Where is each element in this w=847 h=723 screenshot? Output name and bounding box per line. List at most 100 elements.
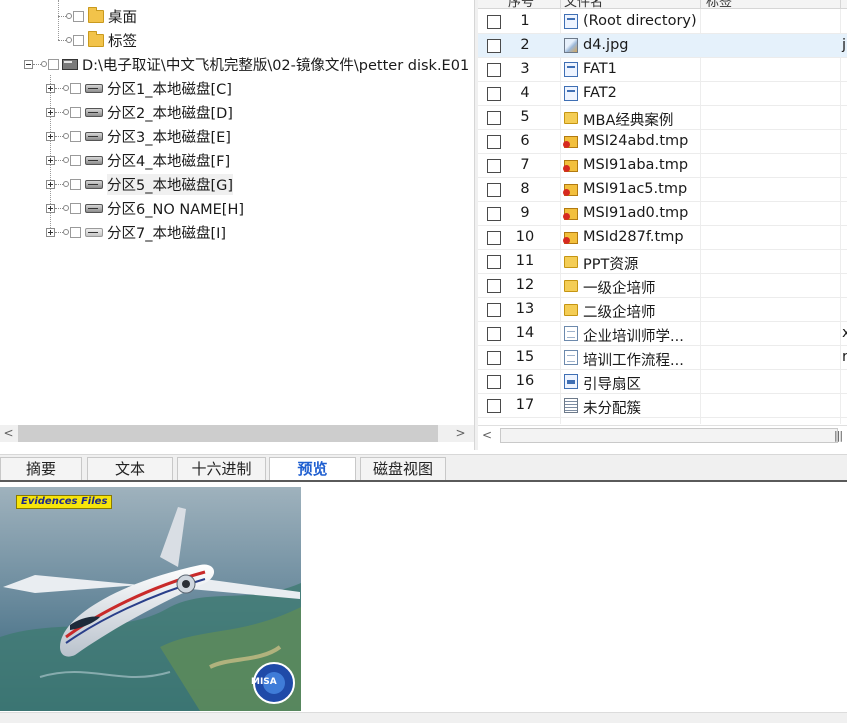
row-checkbox[interactable]	[487, 15, 501, 29]
table-row[interactable]: 16 引导扇区	[478, 370, 847, 394]
row-checkbox[interactable]	[487, 327, 501, 341]
row-checkbox[interactable]	[487, 375, 501, 389]
tree-item-partition-7[interactable]: 分区7_本地磁盘[I]	[46, 220, 226, 244]
scrollbar-track[interactable]	[500, 428, 838, 443]
scrollbar-thumb[interactable]	[18, 425, 438, 442]
table-row[interactable]: 6 MSI24abd.tmp	[478, 130, 847, 154]
tree-checkbox[interactable]	[70, 202, 81, 214]
column-separator[interactable]	[840, 0, 841, 9]
tree-checkbox[interactable]	[70, 226, 81, 238]
tree-connector	[58, 39, 66, 41]
row-checkbox[interactable]	[487, 255, 501, 269]
row-checkbox[interactable]	[487, 159, 501, 173]
file-list: 序号 文件名 标签 1 (Root directory) 2 d4.jpg j 3 FAT1…	[478, 0, 847, 449]
tree-item-label: D:\电子取证\中文飞机完整版\02-镜像文件\petter disk.E01	[82, 57, 470, 74]
table-row[interactable]: 9 MSI91ad0.tmp	[478, 202, 847, 226]
tree-item-disk-image[interactable]: D:\电子取证\中文飞机完整版\02-镜像文件\petter disk.E01	[24, 52, 469, 76]
row-checkbox[interactable]	[487, 183, 501, 197]
table-row[interactable]: 12 一级企培师	[478, 274, 847, 298]
table-row[interactable]: 5 MBA经典案例	[478, 106, 847, 130]
tree-checkbox[interactable]	[73, 10, 84, 22]
row-filename: 一级企培师	[583, 281, 656, 297]
tree-item-partition-5[interactable]: 分区5_本地磁盘[G]	[46, 172, 234, 196]
table-row[interactable]: 14 企业培训师学... x	[478, 322, 847, 346]
row-checkbox[interactable]	[487, 231, 501, 245]
row-number: 13	[515, 301, 535, 317]
row-checkbox[interactable]	[487, 87, 501, 101]
list-horizontal-scrollbar[interactable]: < |||	[478, 425, 847, 445]
tree-checkbox[interactable]	[48, 58, 59, 70]
row-checkbox[interactable]	[487, 135, 501, 149]
row-number: 3	[520, 61, 530, 77]
table-row[interactable]: 7 MSI91aba.tmp	[478, 154, 847, 178]
tree-item-partition-2[interactable]: 分区2_本地磁盘[D]	[46, 100, 233, 124]
row-checkbox[interactable]	[487, 111, 501, 125]
row-checkbox[interactable]	[487, 279, 501, 293]
row-checkbox[interactable]	[487, 207, 501, 221]
tree-checkbox[interactable]	[70, 178, 81, 190]
table-row[interactable]: 8 MSI91ac5.tmp	[478, 178, 847, 202]
row-checkbox[interactable]	[487, 303, 501, 317]
scroll-right-icon[interactable]: >	[452, 425, 469, 442]
expand-toggle[interactable]	[46, 203, 55, 213]
tab-text[interactable]: 文本	[87, 457, 173, 482]
tree-checkbox[interactable]	[73, 34, 84, 46]
tree-item-partition-1[interactable]: 分区1_本地磁盘[C]	[46, 76, 232, 100]
expand-toggle[interactable]	[46, 131, 55, 141]
table-row[interactable]: 15 培训工作流程... r	[478, 346, 847, 370]
system-file-icon	[564, 14, 578, 29]
row-number: 6	[520, 133, 530, 149]
tree-checkbox[interactable]	[70, 106, 81, 118]
column-number[interactable]: 序号	[508, 0, 534, 10]
collapse-toggle[interactable]	[24, 59, 33, 69]
tree-item-partition-3[interactable]: 分区3_本地磁盘[E]	[46, 124, 231, 148]
row-checkbox[interactable]	[487, 63, 501, 77]
tree-item-partition-4[interactable]: 分区4_本地磁盘[F]	[46, 148, 230, 172]
tab-disk-view[interactable]: 磁盘视图	[360, 457, 446, 482]
row-filename: MSI91aba.tmp	[583, 157, 689, 173]
row-filename: 培训工作流程...	[583, 353, 684, 369]
tree-node-bullet	[41, 61, 47, 67]
row-checkbox[interactable]	[487, 351, 501, 365]
table-row[interactable]: 4 FAT2	[478, 82, 847, 106]
row-checkbox[interactable]	[487, 399, 501, 413]
table-row[interactable]: 13 二级企培师	[478, 298, 847, 322]
expand-toggle[interactable]	[46, 227, 55, 237]
tree-item-tags[interactable]: 标签	[58, 28, 137, 52]
column-separator[interactable]	[700, 0, 701, 9]
tree-checkbox[interactable]	[70, 130, 81, 142]
tab-summary[interactable]: 摘要	[0, 457, 82, 482]
scrollbar-grip-icon[interactable]: |||	[834, 429, 843, 442]
expand-toggle[interactable]	[46, 155, 55, 165]
expand-toggle[interactable]	[46, 179, 55, 189]
tree-checkbox[interactable]	[70, 154, 81, 166]
row-number: 14	[515, 325, 535, 341]
row-checkbox[interactable]	[487, 39, 501, 53]
tree-item-desktop[interactable]: 桌面	[58, 4, 137, 28]
unallocated-icon	[564, 398, 578, 413]
expand-toggle[interactable]	[46, 83, 55, 93]
drive-icon	[85, 107, 103, 117]
row-filename: PPT资源	[583, 257, 639, 273]
column-filename[interactable]: 文件名	[564, 0, 603, 10]
table-row[interactable]: 17 未分配簇	[478, 394, 847, 418]
expand-toggle[interactable]	[46, 107, 55, 117]
scroll-left-icon[interactable]: <	[0, 425, 17, 442]
table-row[interactable]: 11 PPT资源	[478, 250, 847, 274]
scroll-left-icon[interactable]: <	[482, 428, 492, 442]
tree-checkbox[interactable]	[70, 82, 81, 94]
tree-item-partition-6[interactable]: 分区6_NO NAME[H]	[46, 196, 244, 220]
column-separator[interactable]	[560, 0, 561, 9]
tree-connector	[55, 231, 63, 233]
tab-hex[interactable]: 十六进制	[177, 457, 266, 482]
column-tag[interactable]: 标签	[706, 0, 732, 10]
table-row[interactable]: 10 MSId287f.tmp	[478, 226, 847, 250]
row-filename: 引导扇区	[583, 377, 641, 393]
folder-icon	[88, 30, 104, 47]
table-row[interactable]: 3 FAT1	[478, 58, 847, 82]
deleted-tmp-icon	[563, 208, 578, 220]
table-row[interactable]: 1 (Root directory)	[478, 10, 847, 34]
tree-item-label: 标签	[108, 33, 137, 50]
tree-horizontal-scrollbar[interactable]: < >	[0, 425, 474, 442]
table-row[interactable]: 2 d4.jpg j	[478, 34, 847, 58]
